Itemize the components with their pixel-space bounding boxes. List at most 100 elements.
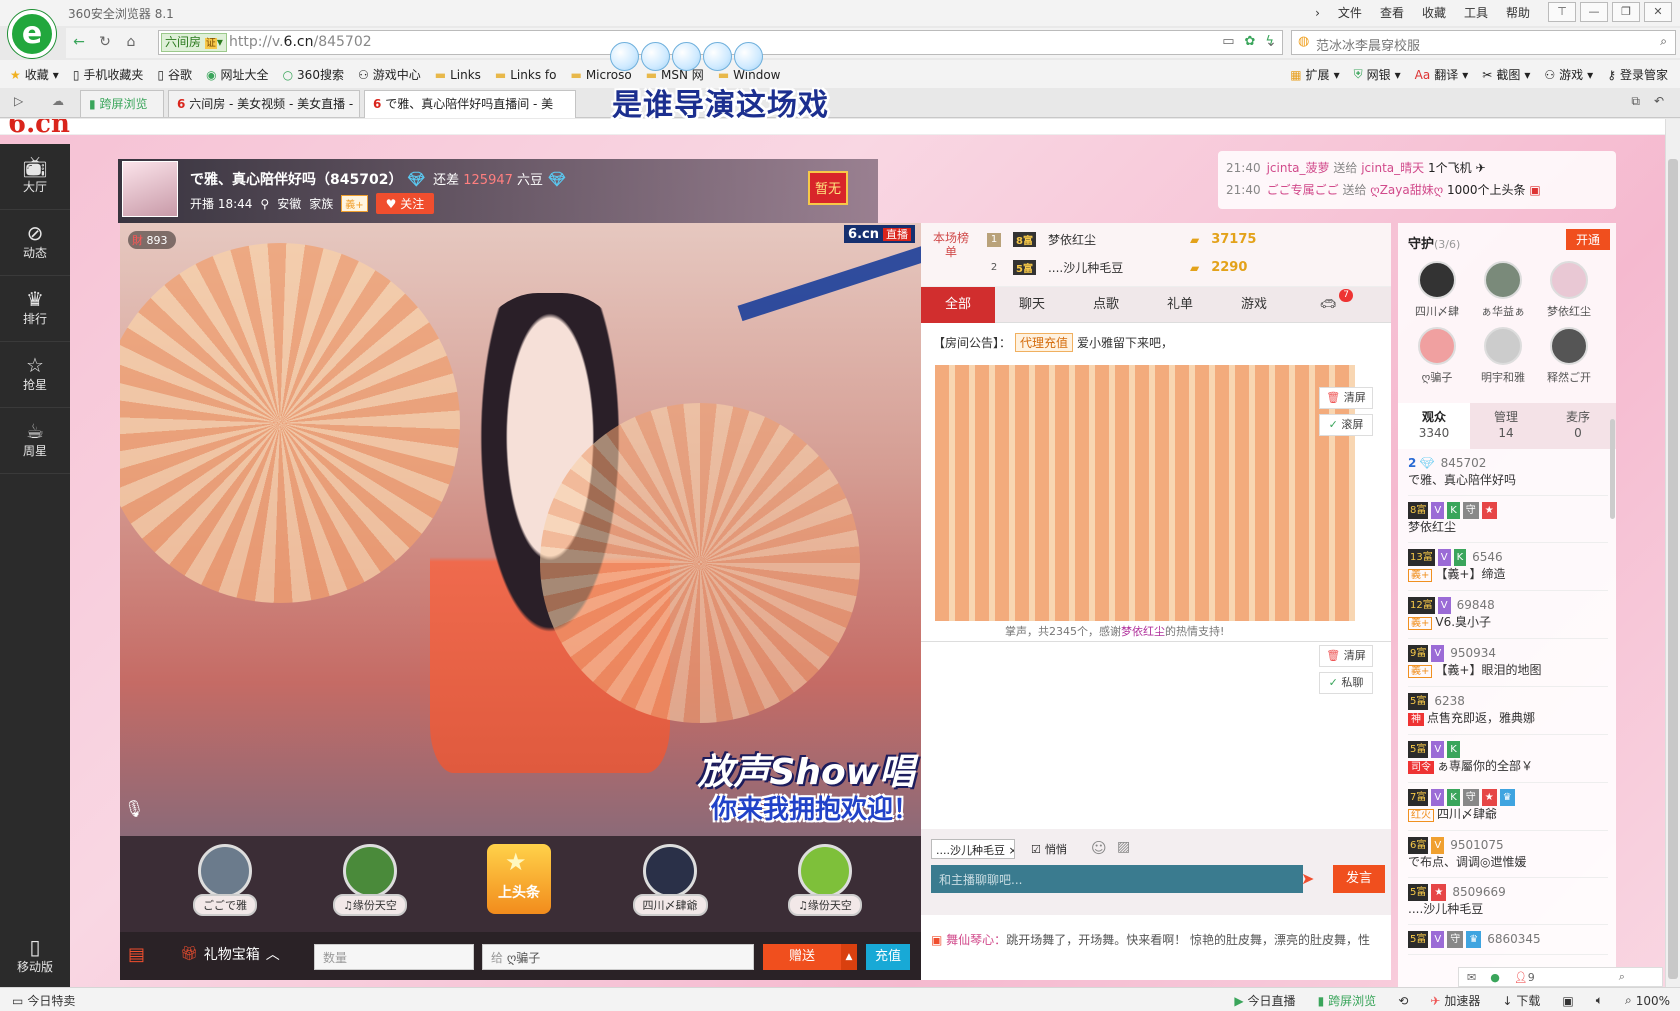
guard-member[interactable]: 明宇和雅 — [1470, 327, 1536, 385]
list-item[interactable]: 5富 6238 神点售充即返，雅典娜 — [1408, 687, 1608, 735]
guard-member[interactable]: 四川〆肆 — [1404, 261, 1470, 319]
menu-view[interactable]: 查看 — [1380, 4, 1404, 21]
nav-hall[interactable]: 📺︎ 大厅 — [0, 144, 70, 210]
scroll-screen-button[interactable]: ✓ 滚屏 — [1319, 414, 1373, 436]
search-icon[interactable]: ⌕ — [1619, 970, 1625, 984]
list-item[interactable]: 2 💎︎ 845702 で雅、真心陪伴好吗 — [1408, 449, 1608, 496]
play-icon[interactable]: ▷ — [14, 94, 23, 108]
host-avatar[interactable] — [122, 161, 178, 217]
restore-tabs-icon[interactable]: ⧉ — [1631, 94, 1640, 109]
search-icon[interactable]: ⌕ — [1660, 34, 1667, 49]
tab-cross-screen[interactable]: ▮ 跨屏浏览 — [80, 90, 164, 117]
applause-user[interactable]: 梦依红尘 — [1121, 625, 1165, 638]
quantity-input[interactable]: 数量 — [314, 944, 474, 970]
fav-hao[interactable]: ◉ 网址大全 — [206, 66, 269, 83]
shield-check-icon[interactable]: ● — [1490, 971, 1500, 984]
tab-audience[interactable]: 观众 3340 — [1398, 403, 1470, 449]
menu-file[interactable]: 文件 — [1338, 4, 1362, 21]
status-accelerator[interactable]: ✈ 加速器 — [1430, 992, 1480, 1009]
tab-chat[interactable]: 聊天 — [995, 287, 1069, 323]
mail-icon[interactable]: ✉ — [1467, 971, 1476, 984]
maximize-button[interactable]: ❐ — [1612, 2, 1640, 22]
car-icon[interactable]: 🚗︎ 7 — [1291, 287, 1365, 323]
family-tag[interactable]: 義+ — [341, 195, 368, 212]
tool-screenshot[interactable]: ✂ 截图 ▾ — [1482, 66, 1530, 83]
fav-games[interactable]: ⚇ 游戏中心 — [358, 66, 421, 83]
list-item[interactable]: 6富 V 9501075 で布点、调调◎迣惟媛 — [1408, 831, 1608, 878]
gift-box-button[interactable]: 🎁︎ 礼物宝箱 ︿ — [180, 944, 280, 964]
ticker-to[interactable]: ღZaya甜妹ღ — [1370, 183, 1443, 197]
tab-6room[interactable]: 6 六间房 - 美女视频 - 美女直播 -× — [168, 90, 360, 117]
minimize-button[interactable]: — — [1580, 2, 1608, 22]
url-dropdown-icon[interactable]: ⌄ — [1258, 30, 1284, 54]
home-icon[interactable]: ⌂ — [118, 30, 144, 54]
clear-screen-button-2[interactable]: 🗑︎ 清屏 — [1319, 645, 1373, 667]
tab-all[interactable]: 全部 — [921, 286, 995, 323]
nav-activity[interactable]: ⊘ 动态 — [0, 210, 70, 276]
fav-mobile[interactable]: ▯ 手机收藏夹 — [73, 66, 144, 83]
carousel-item[interactable]: 四川〆肆爺 — [625, 844, 715, 916]
video-icon[interactable]: ▭ — [1222, 34, 1234, 49]
chat-input[interactable]: 和主播聊聊吧... — [931, 865, 1303, 893]
tool-games[interactable]: ⚇ 游戏 ▾ — [1544, 66, 1593, 83]
guard-member[interactable]: 梦依红尘 — [1536, 261, 1602, 319]
list-item[interactable]: 5富 V K 司令 ぁ専屬你的全部￥ — [1408, 735, 1608, 783]
menu-help[interactable]: 帮助 — [1506, 4, 1530, 21]
fav-links[interactable]: ▬ Links — [435, 68, 481, 82]
list-item[interactable]: 8富 V K 守 ★ 梦依红尘 — [1408, 496, 1608, 543]
fav-360search[interactable]: ○ 360搜索 — [283, 66, 344, 83]
nav-grab-star[interactable]: ☆ 抢星 — [0, 342, 70, 408]
tool-login[interactable]: ⚷ 登录管家 — [1607, 66, 1668, 83]
browser-logo-icon[interactable]: e — [8, 10, 56, 58]
tab-close-icon[interactable]: × — [357, 97, 359, 111]
fav-linksfo[interactable]: ▬ Links fo — [495, 68, 557, 82]
ticker-from[interactable]: jcinta_菠萝 — [1267, 161, 1330, 175]
sound-icon[interactable]: 🔈︎ — [1596, 993, 1603, 1008]
rank-row[interactable]: 2 5富 ....沙儿种毛豆 ▰ 2290 — [987, 259, 1247, 276]
wallet-icon[interactable]: ▤ — [128, 944, 145, 965]
video-player[interactable]: 財 893 6.cn 直播 放声Show唱 你来我拥抱欢迎！ 🎙︎ — [120, 223, 921, 836]
guard-member[interactable]: ぁ华益ぁ — [1470, 261, 1536, 319]
tab-liveroom[interactable]: 6 で雅、真心陪伴好吗直播间 - 美 — [364, 90, 576, 118]
tab-admins[interactable]: 管理 14 — [1470, 403, 1542, 449]
close-icon[interactable]: × — [1009, 844, 1015, 857]
follow-button[interactable]: ♥ 关注 — [375, 193, 435, 214]
tool-extensions[interactable]: ▦ 扩展 ▾ — [1290, 66, 1339, 83]
page-scrollbar[interactable] — [1665, 119, 1680, 987]
carousel-item[interactable]: ♫缘份天空 — [780, 844, 870, 916]
cloud-icon[interactable]: ☁ — [52, 94, 64, 108]
recipient-input[interactable]: 给 ღ骗子 — [482, 944, 754, 970]
image-icon[interactable]: ▨ — [1117, 839, 1130, 855]
nav-week-star[interactable]: ☕︎ 周星 — [0, 408, 70, 474]
guard-member[interactable]: 释然ご开 — [1536, 327, 1602, 385]
send-plane-icon[interactable]: ➤ — [1301, 869, 1314, 888]
open-guard-button[interactable]: 开通 — [1565, 229, 1610, 250]
whisper-checkbox[interactable]: ☑ 悄悄 — [1031, 841, 1067, 857]
guard-member[interactable]: ღ骗子 — [1404, 327, 1470, 385]
window-icon[interactable]: ▣ — [1562, 994, 1573, 1008]
zoom-control[interactable]: ⌕ 100% — [1625, 993, 1670, 1008]
announce-tag[interactable]: 代理充值 — [1015, 333, 1074, 352]
refresh-icon[interactable]: ↻ — [92, 30, 118, 54]
fav-google[interactable]: ▯ 谷歌 — [157, 66, 192, 83]
carousel-item[interactable]: ごごで雅 — [180, 844, 270, 916]
clear-screen-button[interactable]: 🗑︎ 清屏 — [1319, 387, 1373, 409]
list-item[interactable]: 9富 V 950934 義+ 【義+】眼泪的地图 — [1408, 639, 1608, 687]
compat-icon[interactable]: ✿ — [1245, 34, 1256, 49]
list-item[interactable]: 7富 V K 守 ★ ♛ 红火 四川〆肆爺 — [1408, 783, 1608, 831]
emoji-icon[interactable]: ☺ — [1091, 839, 1107, 857]
status-cross-screen[interactable]: ▮ 跨屏浏览 — [1318, 992, 1377, 1009]
menu-favorites[interactable]: 收藏 — [1422, 4, 1446, 21]
send-options-icon[interactable]: ▲ — [841, 944, 857, 970]
close-button[interactable]: ✕ — [1644, 2, 1672, 22]
mic-icon[interactable]: 🎙︎ — [124, 799, 144, 818]
back-icon[interactable]: ← — [66, 30, 92, 54]
fav-collect[interactable]: ★ 收藏 ▾ — [10, 66, 59, 83]
rank-row[interactable]: 1 8富 梦依红尘 ▰ 37175 — [987, 231, 1256, 248]
status-live[interactable]: ▶ 今日直播 — [1234, 992, 1295, 1009]
ticker-from[interactable]: ごご专属ごご — [1267, 183, 1339, 197]
site-logo[interactable]: 6.cn — [8, 119, 70, 139]
tool-bank[interactable]: ⛨ 网银 ▾ — [1354, 66, 1401, 83]
chat-target[interactable]: ....沙儿种毛豆 × — [931, 839, 1015, 859]
recharge-button[interactable]: 充值 — [866, 944, 910, 970]
